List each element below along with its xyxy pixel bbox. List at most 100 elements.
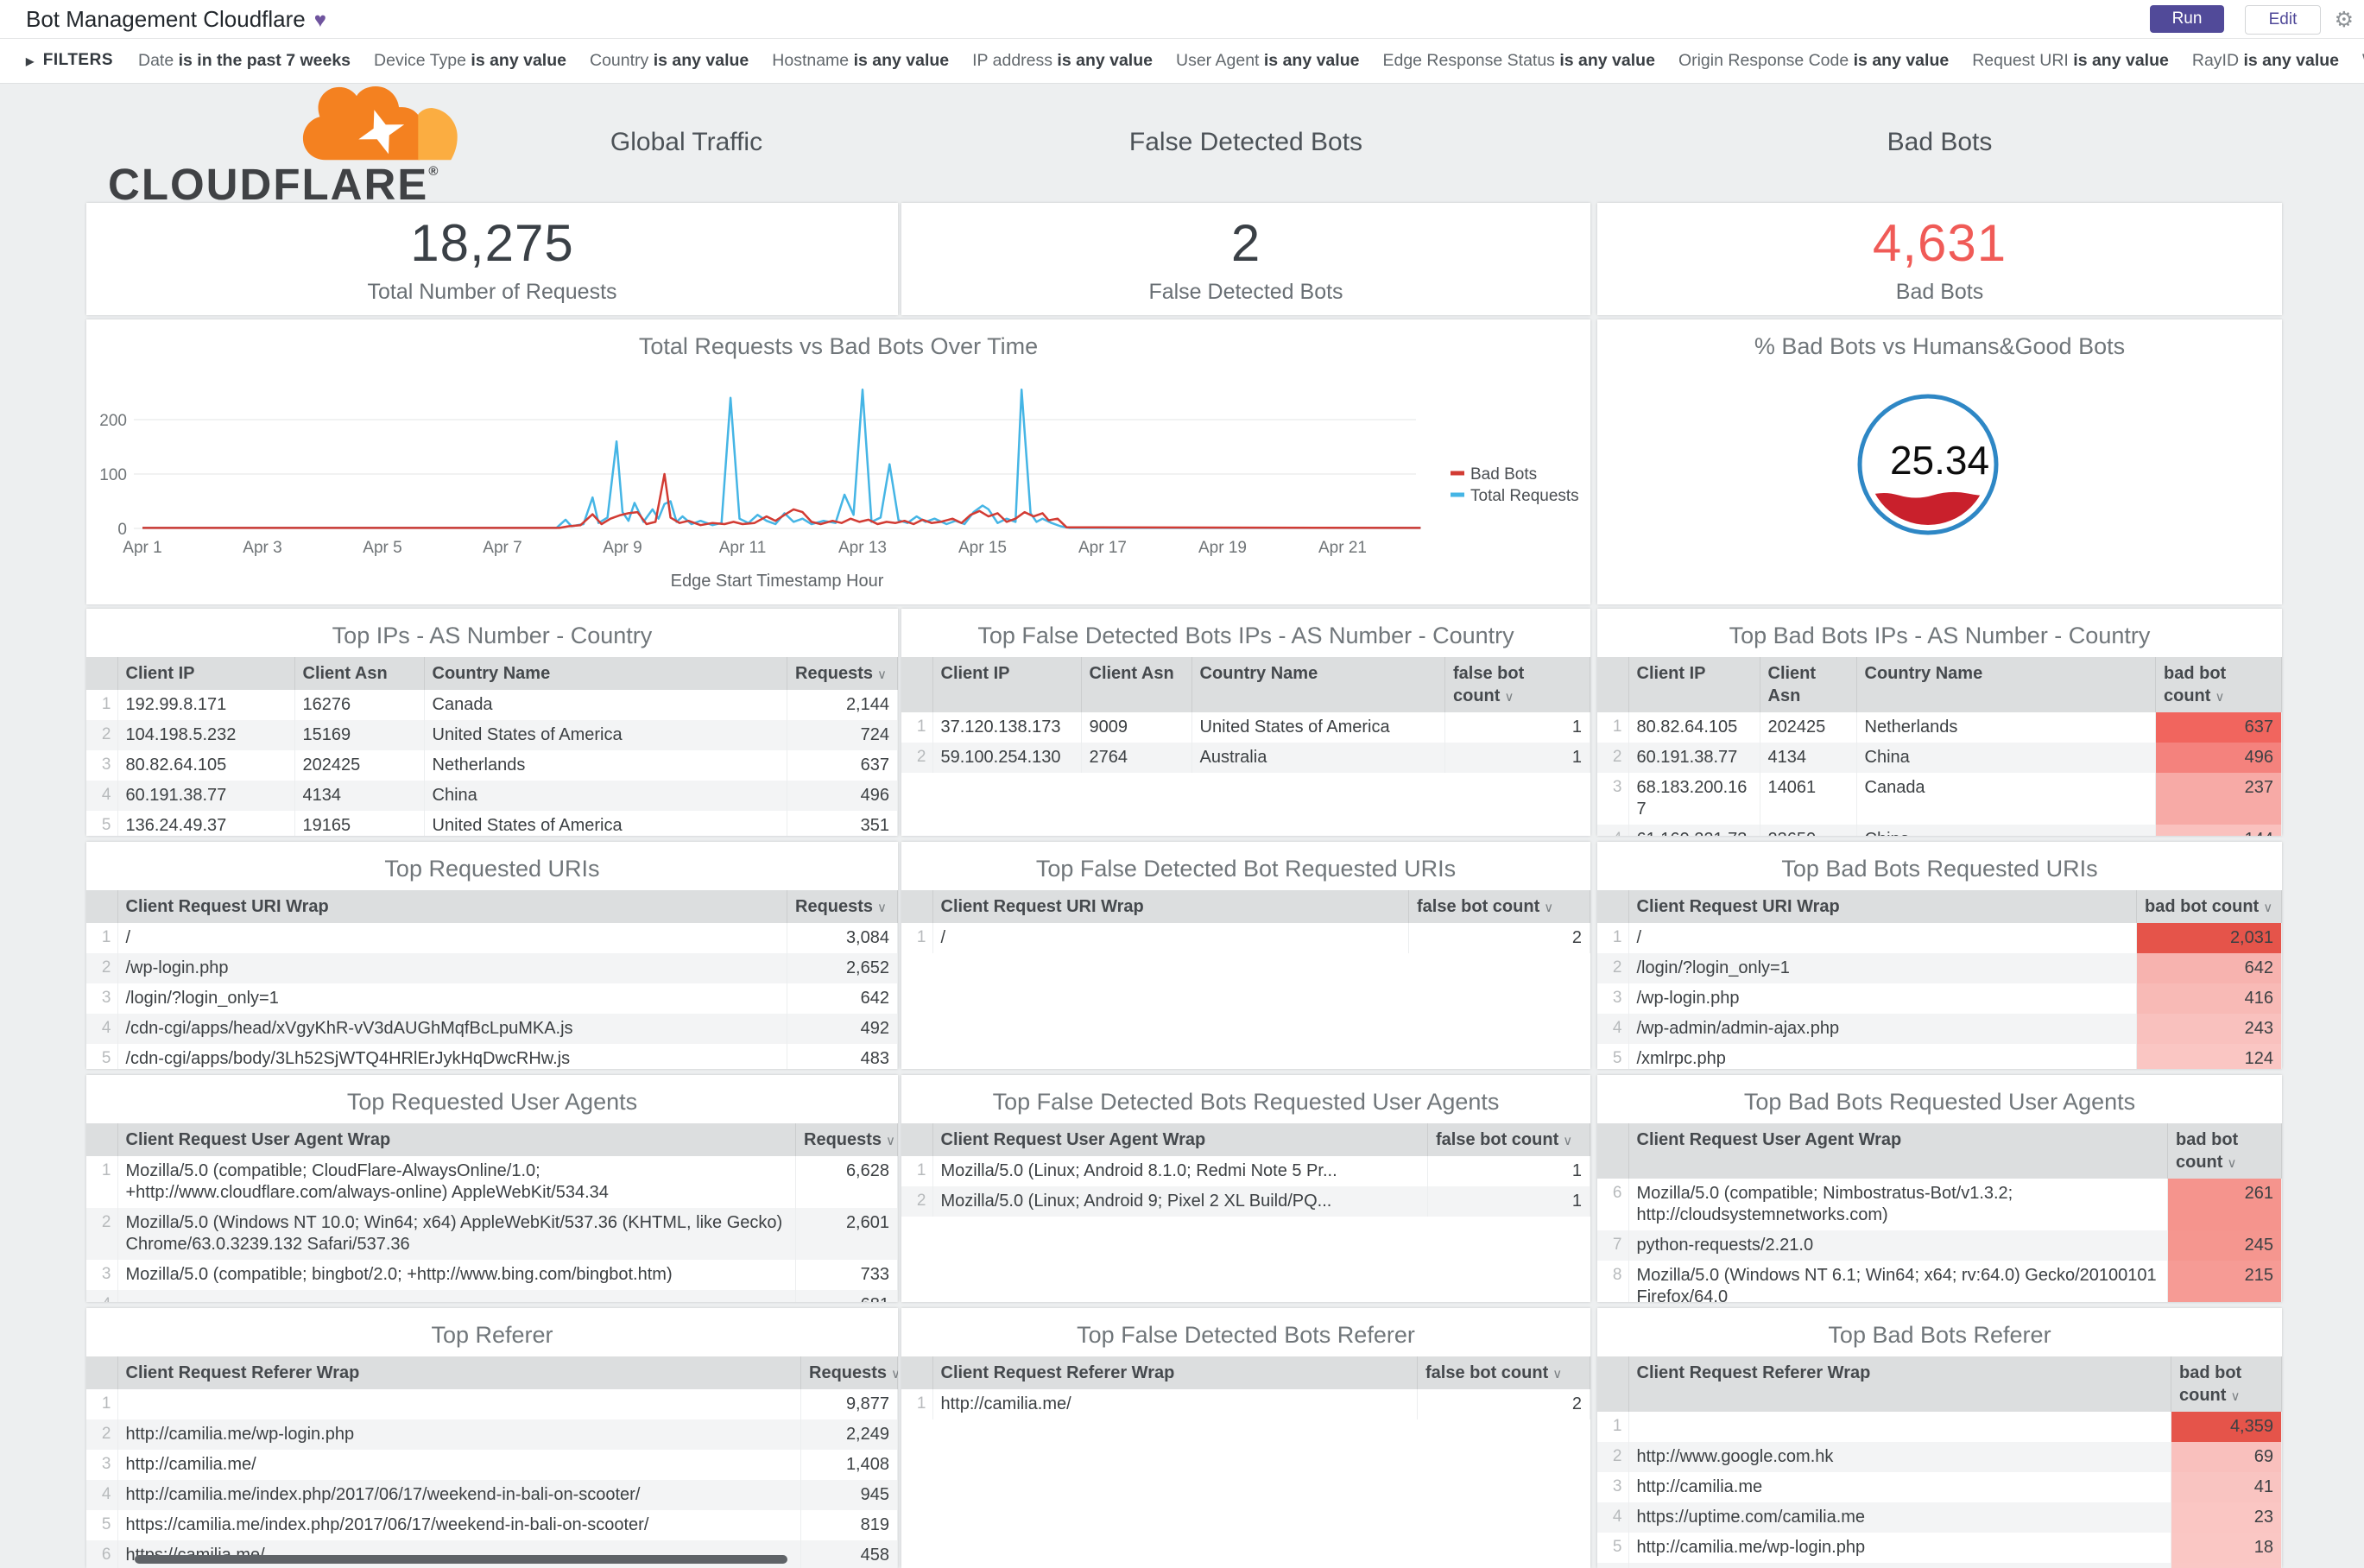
data-cell[interactable]: Mozilla/5.0 (Windows NT 10.0; Win64; x64… (117, 1208, 796, 1260)
value-cell[interactable]: 6,628 (795, 1156, 898, 1208)
data-cell[interactable]: /login/?login_only=1 (1628, 953, 2137, 983)
value-cell[interactable]: 733 (795, 1260, 898, 1290)
data-cell[interactable]: https://uptime.com/camilia.me (1628, 1502, 2171, 1533)
value-cell[interactable]: 945 (800, 1480, 898, 1510)
data-cell[interactable]: 104.198.5.232 (117, 720, 295, 750)
value-cell[interactable]: 416 (2136, 983, 2282, 1014)
data-cell[interactable]: Netherlands (1856, 712, 2156, 743)
data-cell[interactable]: 16276 (294, 690, 425, 720)
value-cell[interactable]: 458 (800, 1540, 898, 1568)
column-header-bad-bot-count[interactable]: bad bot count ∨ (2167, 1123, 2282, 1179)
column-header-false-bot-count[interactable]: false bot count ∨ (1444, 657, 1590, 712)
data-cell[interactable] (117, 1389, 801, 1419)
data-cell[interactable]: Mozilla/5.0 (compatible; bingbot/2.0; +h… (117, 1260, 796, 1290)
data-cell[interactable]: 4134 (294, 781, 425, 811)
value-cell[interactable]: 41 (2171, 1472, 2282, 1502)
value-cell[interactable]: 1,408 (800, 1450, 898, 1480)
data-cell[interactable]: 9009 (1081, 712, 1192, 743)
column-header-client-request-referer-wrap[interactable]: Client Request Referer Wrap (1628, 1356, 2171, 1412)
value-cell[interactable]: 11 (2171, 1563, 2282, 1568)
value-cell[interactable]: 496 (787, 781, 898, 811)
data-cell[interactable]: 37.120.138.173 (932, 712, 1082, 743)
value-cell[interactable]: 637 (2155, 712, 2282, 743)
data-cell[interactable]: 19165 (294, 811, 425, 836)
value-cell[interactable]: 243 (2136, 1014, 2282, 1044)
value-cell[interactable]: 69 (2171, 1442, 2282, 1472)
data-cell[interactable] (117, 1290, 796, 1302)
data-cell[interactable]: /cdn-cgi/apps/body/3Lh52SjWTQ4HRlErJykHq… (117, 1044, 787, 1069)
filter-item-hostname[interactable]: Hostname is any value (772, 51, 949, 71)
data-cell[interactable]: http://camilia.me/ (1628, 1563, 2171, 1568)
data-cell[interactable]: http://camilia.me/wp-login.php (117, 1419, 801, 1450)
column-header-client-asn[interactable]: Client Asn (1760, 657, 1857, 712)
column-header-client-request-uri-wrap[interactable]: Client Request URI Wrap (932, 890, 1409, 923)
value-cell[interactable]: 492 (787, 1014, 898, 1044)
column-header-client-ip[interactable]: Client IP (117, 657, 295, 690)
column-header-client-request-user-agent-wrap[interactable]: Client Request User Agent Wrap (117, 1123, 796, 1156)
column-header-requests[interactable]: Requests ∨ (787, 890, 898, 923)
value-cell[interactable]: 496 (2155, 743, 2282, 773)
legend-item-bad-bots[interactable]: Bad Bots (1451, 465, 1537, 484)
column-header-false-bot-count[interactable]: false bot count ∨ (1417, 1356, 1590, 1389)
value-cell[interactable]: 2,601 (795, 1208, 898, 1260)
data-cell[interactable]: http://camilia.me/ (932, 1389, 1418, 1419)
filter-item-device-type[interactable]: Device Type is any value (374, 51, 566, 71)
column-header-false-bot-count[interactable]: false bot count ∨ (1408, 890, 1590, 923)
data-cell[interactable]: China (424, 781, 787, 811)
data-cell[interactable]: 23650 (1760, 825, 1857, 836)
data-cell[interactable]: Canada (1856, 773, 2156, 825)
filter-item-request-uri[interactable]: Request URI is any value (1972, 51, 2169, 71)
value-cell[interactable]: 2,652 (787, 953, 898, 983)
data-cell[interactable]: http://www.google.com.hk (1628, 1442, 2171, 1472)
data-cell[interactable]: Mozilla/5.0 (Windows NT 6.1; Win64; x64;… (1628, 1261, 2168, 1302)
data-cell[interactable]: 202425 (294, 750, 425, 781)
value-cell[interactable]: 2 (1417, 1389, 1590, 1419)
data-cell[interactable]: 14061 (1760, 773, 1857, 825)
column-header-client-ip[interactable]: Client IP (1628, 657, 1760, 712)
data-cell[interactable]: Australia (1191, 743, 1445, 773)
filter-item-date[interactable]: Date is in the past 7 weeks (138, 51, 351, 71)
data-cell[interactable]: Mozilla/5.0 (Linux; Android 9; Pixel 2 X… (932, 1186, 1428, 1217)
column-header-client-asn[interactable]: Client Asn (294, 657, 425, 690)
data-cell[interactable] (1628, 1412, 2171, 1442)
data-cell[interactable]: http://camilia.me (1628, 1472, 2171, 1502)
data-cell[interactable]: 136.24.49.37 (117, 811, 295, 836)
column-header-client-request-uri-wrap[interactable]: Client Request URI Wrap (1628, 890, 2137, 923)
value-cell[interactable]: 3,084 (787, 923, 898, 953)
data-cell[interactable]: Netherlands (424, 750, 787, 781)
data-cell[interactable]: Canada (424, 690, 787, 720)
data-cell[interactable]: 192.99.8.171 (117, 690, 295, 720)
column-header-requests[interactable]: Requests ∨ (787, 657, 898, 690)
value-cell[interactable]: 18 (2171, 1533, 2282, 1563)
column-header-client-request-uri-wrap[interactable]: Client Request URI Wrap (117, 890, 787, 923)
data-cell[interactable]: /xmlrpc.php (1628, 1044, 2137, 1069)
data-cell[interactable]: Mozilla/5.0 (compatible; Nimbostratus-Bo… (1628, 1179, 2168, 1230)
data-cell[interactable]: /login/?login_only=1 (117, 983, 787, 1014)
filters-toggle[interactable]: ▶ FILTERS (26, 51, 113, 70)
value-cell[interactable]: 1 (1444, 712, 1590, 743)
data-cell[interactable]: 4134 (1760, 743, 1857, 773)
column-header-client-request-user-agent-wrap[interactable]: Client Request User Agent Wrap (1628, 1123, 2168, 1179)
data-cell[interactable]: China (1856, 743, 2156, 773)
value-cell[interactable]: 351 (787, 811, 898, 836)
column-header-country-name[interactable]: Country Name (424, 657, 787, 690)
data-cell[interactable]: /wp-login.php (117, 953, 787, 983)
data-cell[interactable]: China (1856, 825, 2156, 836)
column-header-requests[interactable]: Requests ∨ (795, 1123, 898, 1156)
data-cell[interactable]: / (117, 923, 787, 953)
value-cell[interactable]: 2,031 (2136, 923, 2282, 953)
value-cell[interactable]: 215 (2167, 1261, 2282, 1302)
column-header-requests[interactable]: Requests ∨ (800, 1356, 898, 1389)
value-cell[interactable]: 819 (800, 1510, 898, 1540)
column-header-bad-bot-count[interactable]: bad bot count ∨ (2136, 890, 2282, 923)
column-header-country-name[interactable]: Country Name (1191, 657, 1445, 712)
data-cell[interactable]: Mozilla/5.0 (Linux; Android 8.1.0; Redmi… (932, 1156, 1428, 1186)
data-cell[interactable]: 68.183.200.167 (1628, 773, 1760, 825)
value-cell[interactable]: 2,249 (800, 1419, 898, 1450)
data-cell[interactable]: http://camilia.me/index.php/2017/06/17/w… (117, 1480, 801, 1510)
data-cell[interactable]: 60.191.38.77 (1628, 743, 1760, 773)
column-header-client-request-referer-wrap[interactable]: Client Request Referer Wrap (117, 1356, 801, 1389)
value-cell[interactable]: 1 (1427, 1156, 1590, 1186)
value-cell[interactable]: 261 (2167, 1179, 2282, 1230)
column-header-client-ip[interactable]: Client IP (932, 657, 1082, 712)
